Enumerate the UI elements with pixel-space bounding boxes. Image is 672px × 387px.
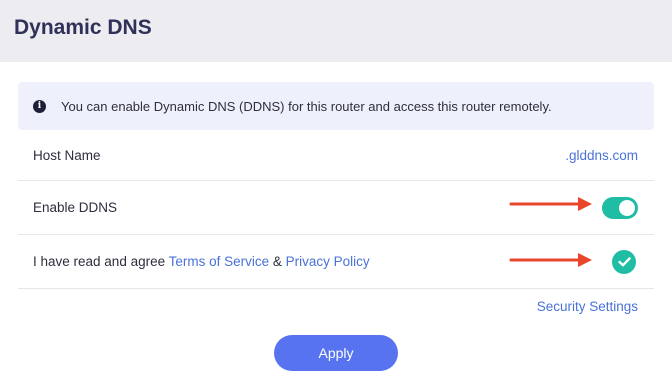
host-name-row: Host Name .glddns.com [18,130,654,181]
page-title: Dynamic DNS [14,16,152,39]
agreement-prefix: I have read and agree [33,254,169,269]
agree-checkbox[interactable] [612,249,636,274]
agreement-label: I have read and agree Terms of Service &… [33,254,370,269]
info-icon: i [33,99,46,113]
annotation-arrow-icon [509,197,592,211]
info-banner: i You can enable Dynamic DNS (DDNS) for … [18,82,654,130]
privacy-policy-link[interactable]: Privacy Policy [286,254,370,269]
enable-ddns-label: Enable DDNS [33,200,118,215]
check-icon [617,256,631,266]
host-name-value-link[interactable]: .glddns.com [565,148,638,163]
terms-of-service-link[interactable]: Terms of Service [169,254,270,269]
enable-ddns-toggle[interactable] [602,196,638,219]
apply-button[interactable]: Apply [274,335,398,371]
annotation-arrow-icon [509,253,592,267]
ddns-settings-card: i You can enable Dynamic DNS (DDNS) for … [0,62,672,387]
toggle-knob [619,199,635,216]
security-settings-link[interactable]: Security Settings [537,299,638,314]
agreement-separator: & [269,254,286,269]
host-name-label: Host Name [33,147,101,163]
page-header: Dynamic DNS [0,0,672,62]
info-text: You can enable Dynamic DNS (DDNS) for th… [61,98,552,114]
